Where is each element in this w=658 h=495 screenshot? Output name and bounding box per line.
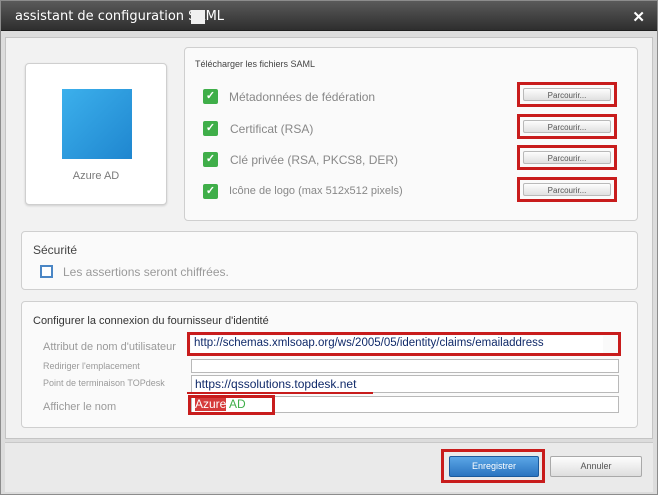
- save-button[interactable]: Enregistrer: [449, 456, 539, 477]
- browse-highlight: Parcourir...: [517, 177, 617, 202]
- browse-button-private-key[interactable]: Parcourir...: [523, 151, 611, 164]
- browse-highlight: Parcourir...: [517, 114, 617, 139]
- title-blur: [191, 10, 205, 24]
- checkmark-icon: ✓: [203, 184, 218, 199]
- display-name-label: Afficher le nom: [43, 401, 117, 413]
- redirect-location-input[interactable]: [191, 359, 619, 373]
- encrypt-assertions-label: Les assertions seront chiffrées.: [63, 265, 229, 279]
- topdesk-endpoint-input[interactable]: https://qssolutions.topdesk.net: [191, 375, 619, 393]
- close-icon[interactable]: ✕: [632, 8, 645, 26]
- upload-label: Icône de logo (max 512x512 pixels): [229, 185, 403, 197]
- display-name-highlight: [188, 395, 275, 415]
- topdesk-endpoint-underline: [187, 392, 373, 394]
- upload-section-title: Télécharger les fichiers SAML: [195, 59, 316, 69]
- browse-button-federation-metadata[interactable]: Parcourir...: [523, 88, 611, 101]
- security-title: Sécurité: [33, 243, 78, 257]
- title-bar: assistant de configuration SAML ✕: [1, 1, 657, 31]
- redirect-location-label: Rediriger l'emplacement: [43, 361, 140, 371]
- saml-wizard-dialog: assistant de configuration SAML ✕ Azure …: [0, 0, 658, 495]
- checkmark-icon: ✓: [203, 152, 218, 167]
- topdesk-endpoint-label: Point de terminaison TOPdesk: [43, 378, 165, 388]
- upload-label: Métadonnées de fédération: [229, 90, 376, 104]
- username-attribute-label: Attribut de nom d'utilisateur: [43, 341, 176, 353]
- cancel-button[interactable]: Annuler: [550, 456, 642, 477]
- idp-section-title: Configurer la connexion du fournisseur d…: [33, 315, 269, 327]
- checkmark-icon: ✓: [203, 89, 218, 104]
- security-panel: [21, 231, 638, 290]
- upload-label: Clé privée (RSA, PKCS8, DER): [230, 153, 399, 167]
- browse-highlight: Parcourir...: [517, 82, 617, 107]
- encrypt-assertions-checkbox[interactable]: [40, 265, 53, 278]
- identity-provider-card: Azure AD: [25, 63, 167, 205]
- browse-button-certificate[interactable]: Parcourir...: [523, 120, 611, 133]
- username-attribute-input[interactable]: http://schemas.xmlsoap.org/ws/2005/05/id…: [191, 336, 603, 353]
- checkmark-icon: ✓: [203, 121, 218, 136]
- browse-button-logo-icon[interactable]: Parcourir...: [523, 183, 611, 196]
- azure-ad-logo-icon: [62, 89, 132, 159]
- browse-highlight: Parcourir...: [517, 145, 617, 170]
- upload-label: Certificat (RSA): [230, 122, 314, 136]
- identity-provider-label: Azure AD: [72, 170, 120, 182]
